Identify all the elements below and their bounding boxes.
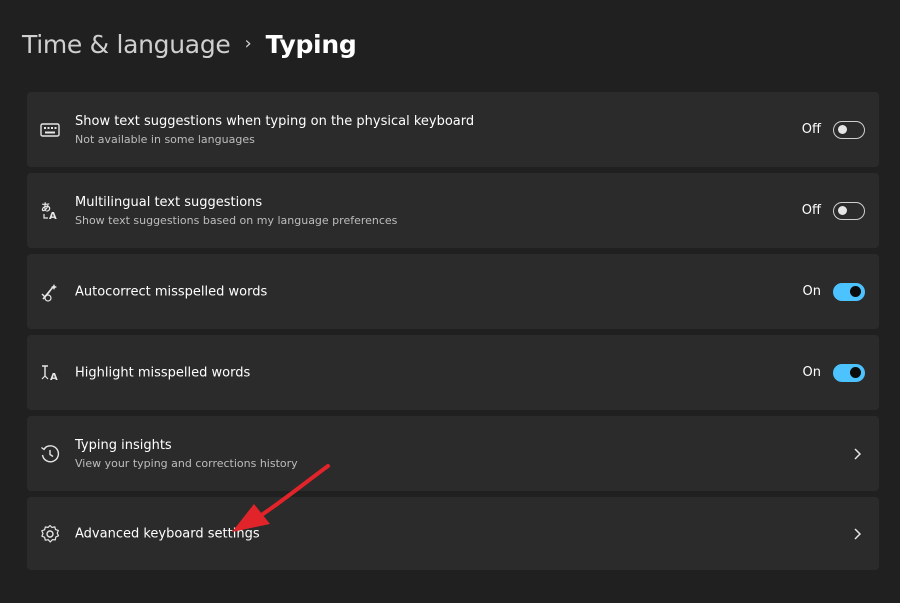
gear-icon (39, 523, 61, 545)
setting-row-highlight-misspelled[interactable]: A Highlight misspelled words On (27, 335, 879, 410)
setting-row-typing-insights[interactable]: Typing insights View your typing and cor… (27, 416, 879, 491)
setting-subtitle: Not available in some languages (75, 132, 255, 146)
setting-row-autocorrect[interactable]: Autocorrect misspelled words On (27, 254, 879, 329)
setting-text: Multilingual text suggestions Show text … (75, 194, 397, 228)
toggle-knob (850, 366, 861, 378)
svg-text:A: A (50, 372, 58, 383)
keyboard-icon (39, 119, 61, 141)
highlight-spelling-icon: A (39, 362, 61, 384)
setting-text: Typing insights View your typing and cor… (75, 437, 298, 471)
toggle-state-label: Off (801, 122, 821, 137)
autocorrect-icon (39, 281, 61, 303)
language-icon: あ A (39, 200, 61, 222)
setting-title: Autocorrect misspelled words (75, 284, 268, 299)
toggle-group: On (802, 363, 865, 382)
breadcrumb-parent-link[interactable]: Time & language (22, 30, 231, 59)
setting-text: Autocorrect misspelled words (75, 283, 267, 300)
text-suggestions-toggle[interactable] (833, 120, 865, 139)
toggle-state-label: On (802, 365, 821, 380)
toggle-knob (850, 285, 861, 297)
setting-title: Show text suggestions when typing on the… (75, 113, 475, 129)
setting-title: Highlight misspelled words (75, 365, 251, 380)
setting-row-advanced-keyboard[interactable]: Advanced keyboard settings (27, 497, 879, 570)
multilingual-toggle[interactable] (833, 201, 865, 220)
setting-title: Multilingual text suggestions (75, 194, 263, 210)
toggle-state-label: Off (801, 203, 821, 218)
history-icon (39, 443, 61, 465)
toggle-group: On (802, 282, 865, 301)
toggle-group: Off (801, 120, 865, 139)
breadcrumb: Time & language › Typing (22, 30, 357, 59)
breadcrumb-separator: › (244, 33, 252, 54)
svg-text:A: A (49, 211, 57, 221)
setting-title: Typing insights (75, 437, 172, 453)
toggle-group: Off (801, 201, 865, 220)
toggle-knob (838, 205, 847, 215)
autocorrect-toggle[interactable] (833, 282, 865, 301)
setting-subtitle: Show text suggestions based on my langua… (75, 213, 398, 227)
chevron-right-icon[interactable] (851, 447, 863, 461)
toggle-state-label: On (802, 284, 821, 299)
setting-row-multilingual[interactable]: あ A Multilingual text suggestions Show t… (27, 173, 879, 248)
setting-subtitle: View your typing and corrections history (75, 456, 298, 470)
setting-text: Highlight misspelled words (75, 364, 250, 381)
page-title: Typing (265, 30, 357, 59)
highlight-misspelled-toggle[interactable] (833, 363, 865, 382)
setting-row-text-suggestions[interactable]: Show text suggestions when typing on the… (27, 92, 879, 167)
settings-page: Time & language › Typing Show text sugge… (0, 0, 900, 603)
setting-title: Advanced keyboard settings (75, 526, 260, 541)
toggle-knob (838, 124, 847, 134)
setting-text: Show text suggestions when typing on the… (75, 113, 474, 147)
chevron-right-icon[interactable] (851, 527, 863, 541)
settings-list: Show text suggestions when typing on the… (27, 92, 879, 576)
setting-text: Advanced keyboard settings (75, 525, 260, 542)
